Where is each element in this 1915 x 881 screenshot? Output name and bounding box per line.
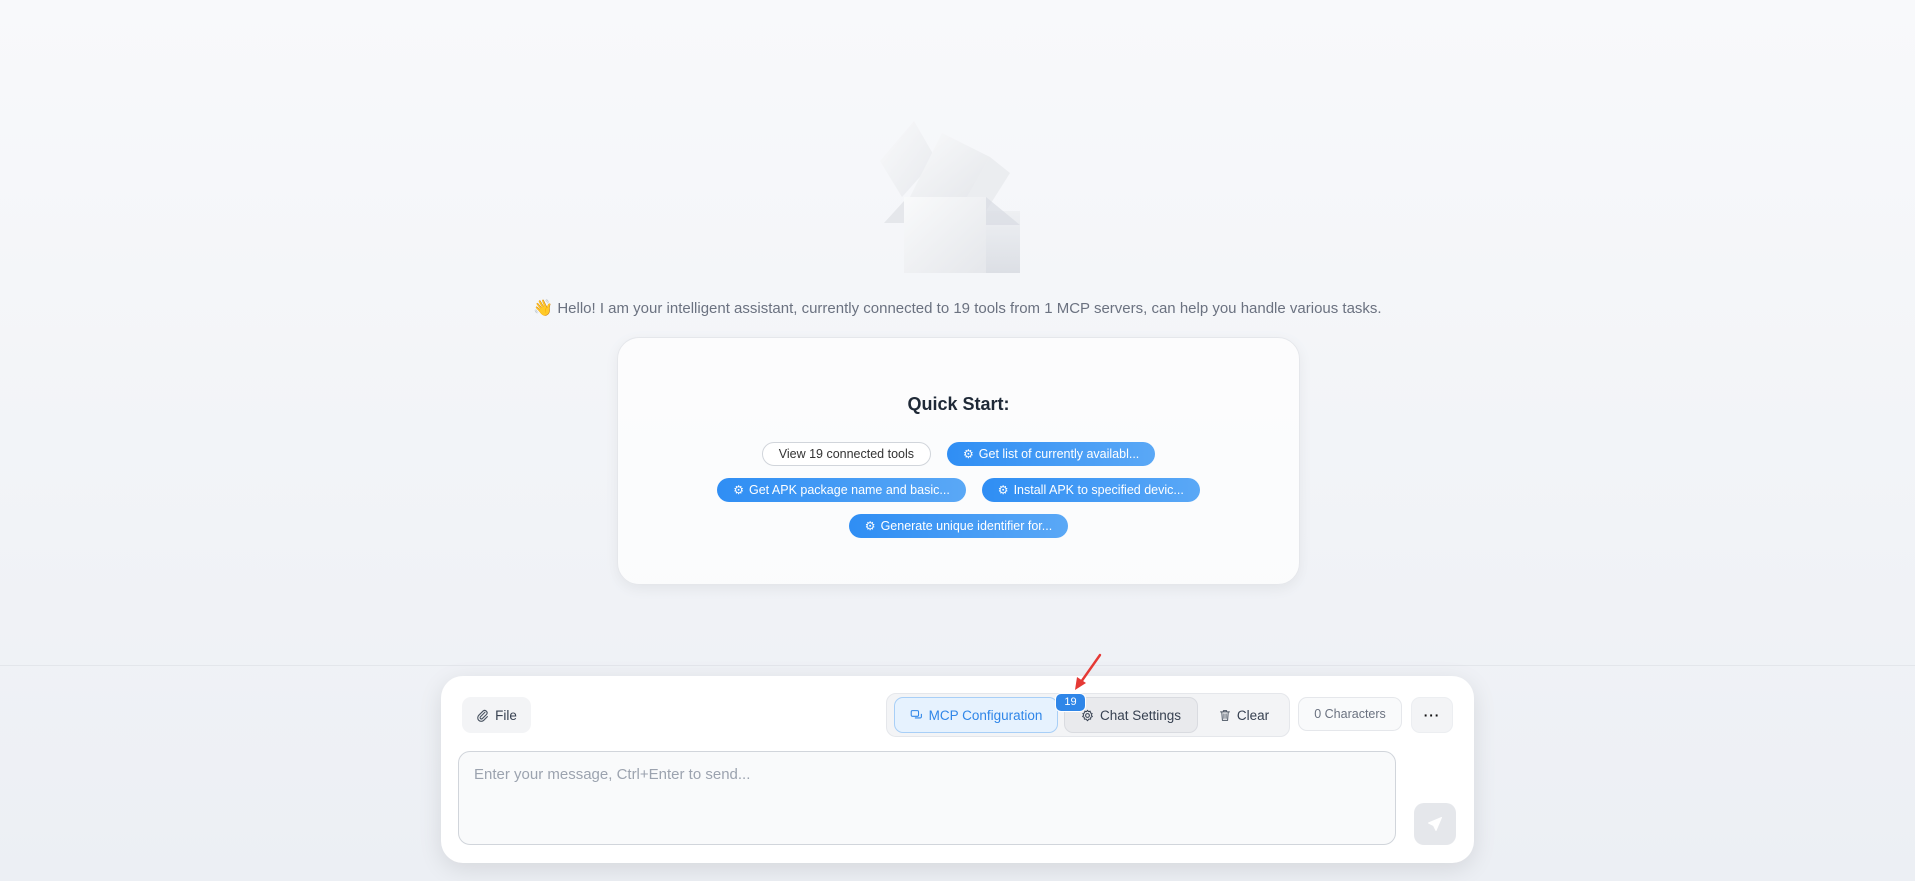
message-input[interactable] xyxy=(458,751,1396,845)
suggestion-label: Generate unique identifier for... xyxy=(880,519,1053,533)
trash-icon xyxy=(1219,709,1230,721)
suggestion-label: Install APK to specified devic... xyxy=(1013,483,1184,497)
clear-button[interactable]: Clear xyxy=(1204,697,1284,733)
send-button[interactable] xyxy=(1414,803,1456,845)
chat-main-area: 👋 Hello! I am your intelligent assistant,… xyxy=(0,0,1915,665)
welcome-text: Hello! I am your intelligent assistant, … xyxy=(557,300,1382,317)
view-tools-label: View 19 connected tools xyxy=(778,447,915,461)
composer-divider xyxy=(0,665,1915,666)
more-options-button[interactable]: ··· xyxy=(1411,697,1453,733)
cog-icon: ⚙ xyxy=(733,483,744,497)
mcp-configuration-label: MCP Configuration xyxy=(928,707,1043,723)
file-button[interactable]: File xyxy=(462,697,531,733)
more-icon: ··· xyxy=(1423,707,1441,723)
welcome-message: 👋 Hello! I am your intelligent assistant,… xyxy=(0,298,1915,318)
toolbar-button-group: MCP Configuration Chat Settings Clear xyxy=(886,693,1290,737)
chat-settings-label: Chat Settings xyxy=(1099,707,1182,723)
clear-label: Clear xyxy=(1236,707,1270,723)
file-button-label: File xyxy=(495,707,517,723)
quick-start-row-3: ⚙ Generate unique identifier for... xyxy=(618,514,1299,538)
quick-start-title: Quick Start: xyxy=(907,394,1010,414)
quick-start-row-1: View 19 connected tools ⚙ Get list of cu… xyxy=(618,442,1299,466)
view-tools-chip[interactable]: View 19 connected tools xyxy=(761,442,932,466)
message-composer: File MCP Configuration Chat Settings Cle… xyxy=(441,676,1474,863)
suggestion-chip-4[interactable]: ⚙ Generate unique identifier for... xyxy=(848,514,1069,538)
paperclip-icon xyxy=(477,709,489,722)
suggestion-label: Get list of currently availabl... xyxy=(978,447,1140,461)
character-count: 0 Characters xyxy=(1298,697,1402,731)
cog-icon: ⚙ xyxy=(963,447,974,461)
suggestion-label: Get APK package name and basic... xyxy=(748,483,950,497)
empty-box-illustration xyxy=(880,121,1020,273)
send-icon xyxy=(1428,817,1442,831)
mcp-tools-count-badge: 19 xyxy=(1055,693,1086,712)
suggestion-chip-2[interactable]: ⚙ Get APK package name and basic... xyxy=(717,478,966,502)
annotation-arrow-icon xyxy=(1075,653,1102,690)
mcp-configuration-button[interactable]: MCP Configuration xyxy=(894,697,1058,733)
chat-bubbles-icon xyxy=(910,709,922,718)
quick-start-row-2: ⚙ Get APK package name and basic... ⚙ In… xyxy=(618,478,1299,502)
wave-emoji-icon: 👋 xyxy=(533,300,554,317)
suggestion-chip-3[interactable]: ⚙ Install APK to specified devic... xyxy=(981,478,1200,502)
suggestion-chip-1[interactable]: ⚙ Get list of currently availabl... xyxy=(947,442,1156,466)
cog-icon: ⚙ xyxy=(864,519,876,533)
quick-start-card: Quick Start: View 19 connected tools ⚙ G… xyxy=(617,337,1300,585)
cog-icon: ⚙ xyxy=(997,483,1009,497)
